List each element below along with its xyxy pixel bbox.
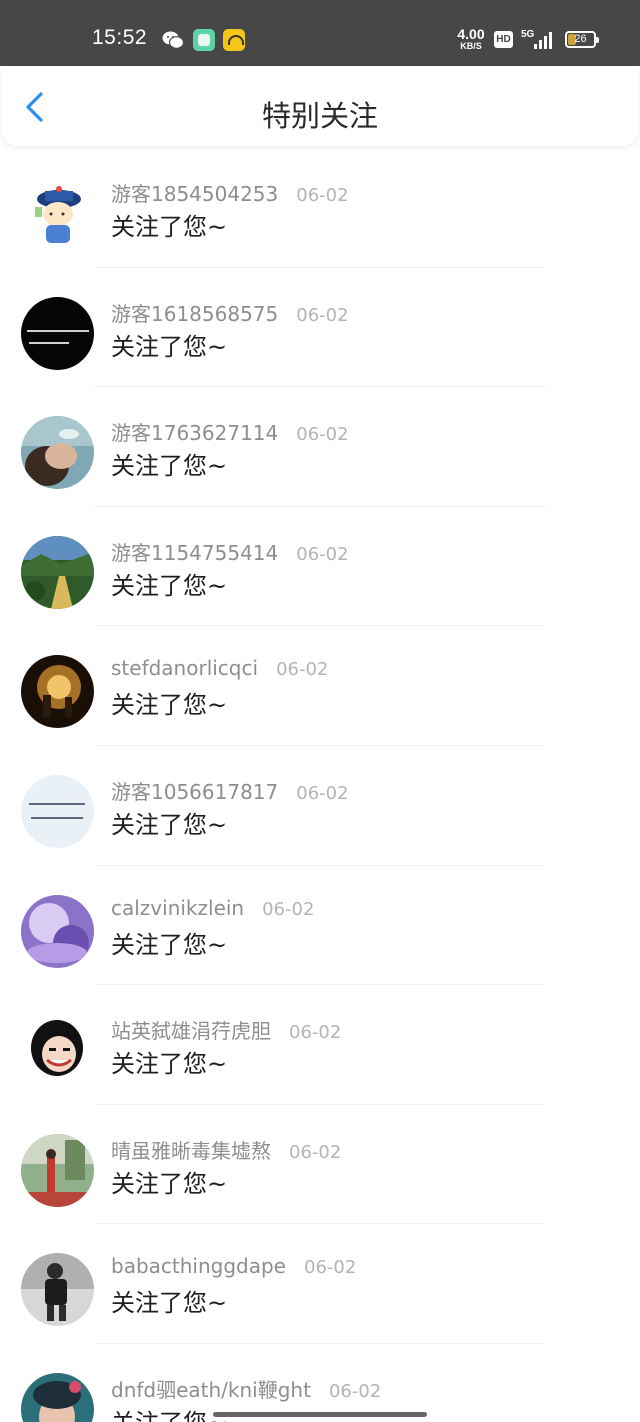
avatar[interactable]: [21, 1014, 94, 1088]
follow-message: 关注了您~: [111, 930, 228, 959]
follow-date: 06-02: [296, 185, 349, 206]
follower-name: 游客1854504253 06-02: [111, 182, 349, 206]
follow-date: 06-02: [296, 782, 349, 804]
follow-date: 06-02: [276, 659, 329, 681]
follow-date: 06-02: [304, 1257, 357, 1279]
follower-name: dnfd驷eath/kni鞭ght 06-02: [111, 1377, 382, 1402]
avatar[interactable]: [21, 177, 94, 250]
list-item[interactable]: stefdanorlicqci 06-02 关注了您~: [0, 626, 640, 746]
follow-message: 关注了您~: [111, 571, 228, 600]
follow-date: 06-02: [328, 1380, 382, 1402]
app-green-icon: [193, 29, 215, 51]
list-item[interactable]: calzvinikzlein 06-02 关注了您~: [0, 866, 640, 986]
follow-message: 关注了您~: [111, 691, 228, 720]
follow-date: 06-02: [296, 424, 349, 446]
list-item[interactable]: 晴虽雅晰毒集墟熬 06-02 关注了您~: [0, 1105, 640, 1225]
hd-badge: HD: [494, 31, 513, 48]
home-indicator[interactable]: [213, 1412, 427, 1417]
signal-icon: [534, 32, 552, 49]
follow-date: 06-02: [289, 1022, 342, 1044]
list-item[interactable]: 游客1618568575 06-02 关注了您~: [0, 268, 640, 388]
follower-name: 游客1056617817 06-02: [111, 779, 349, 804]
avatar[interactable]: [21, 1133, 94, 1207]
follower-name: calzvinikzlein 06-02: [111, 895, 315, 920]
list-item[interactable]: babacthinggdape 06-02 关注了您~: [0, 1224, 640, 1344]
avatar[interactable]: [21, 416, 94, 490]
follower-name: 游客1618568575 06-02: [111, 301, 349, 326]
follower-name: babacthinggdape 06-02: [111, 1254, 357, 1279]
speed-unit: KB/S: [460, 41, 482, 51]
status-time: 15:52: [92, 26, 148, 49]
app-yellow-icon: [223, 29, 245, 51]
list-item[interactable]: 游客1056617817 06-02 关注了您~: [0, 746, 640, 866]
follow-message: 关注了您~: [111, 332, 228, 361]
follow-message: 关注了您~: [111, 213, 228, 241]
follow-message: 关注了您~: [111, 1403, 227, 1422]
follow-message: 关注了您~: [111, 810, 228, 839]
follow-date: 06-02: [296, 304, 349, 326]
battery-icon: 26: [565, 31, 599, 48]
avatar[interactable]: [21, 655, 94, 729]
avatar[interactable]: [21, 1253, 94, 1327]
follower-name: 游客1154755414 06-02: [111, 540, 349, 565]
follow-message: 关注了您~: [111, 1289, 228, 1318]
follow-message: 关注了您~: [111, 1169, 228, 1198]
status-bar: 15:52 4.00 KB/S HD 5G 26: [0, 0, 640, 66]
avatar[interactable]: [21, 774, 94, 848]
follower-name: stefdanorlicqci 06-02: [111, 656, 329, 681]
wechat-icon: [162, 31, 184, 49]
follow-message: 关注了您~: [111, 1050, 228, 1079]
speed-value: 4.00: [457, 26, 485, 42]
network-speed: 4.00 KB/S: [454, 27, 488, 51]
follow-message: 关注了您~: [111, 452, 228, 481]
list-item[interactable]: 站英弑雄涓荇虎胆 06-02 关注了您~: [0, 985, 640, 1105]
avatar[interactable]: [21, 535, 94, 609]
list-item[interactable]: 游客1763627114 06-02 关注了您~: [0, 387, 640, 507]
follower-name: 游客1763627114 06-02: [111, 421, 349, 446]
follow-date: 06-02: [296, 543, 349, 565]
avatar[interactable]: [21, 296, 94, 370]
follow-date: 06-02: [262, 898, 315, 920]
list-item[interactable]: dnfd驷eath/kni鞭ght06-02 关注了您~: [0, 1344, 640, 1422]
list-item[interactable]: 游客1154755414 06-02 关注了您~: [0, 507, 640, 627]
avatar[interactable]: [21, 1372, 94, 1422]
follow-date: 06-02: [289, 1141, 342, 1163]
list-item[interactable]: 游客1854504253 06-02 关注了您~: [0, 148, 640, 268]
follower-name: 站英弑雄涓荇虎胆 06-02: [111, 1019, 342, 1044]
follower-list: 游客1854504253 06-02 关注了您~ 游客1618568575 06-0…: [0, 148, 640, 1422]
page-title: 特别关注: [261, 99, 378, 133]
avatar[interactable]: [21, 894, 94, 968]
battery-level: 26: [574, 33, 587, 45]
follower-name: 晴虽雅晰毒集墟熬 06-02: [111, 1138, 342, 1163]
nav-bar: 特别关注: [2, 66, 638, 146]
